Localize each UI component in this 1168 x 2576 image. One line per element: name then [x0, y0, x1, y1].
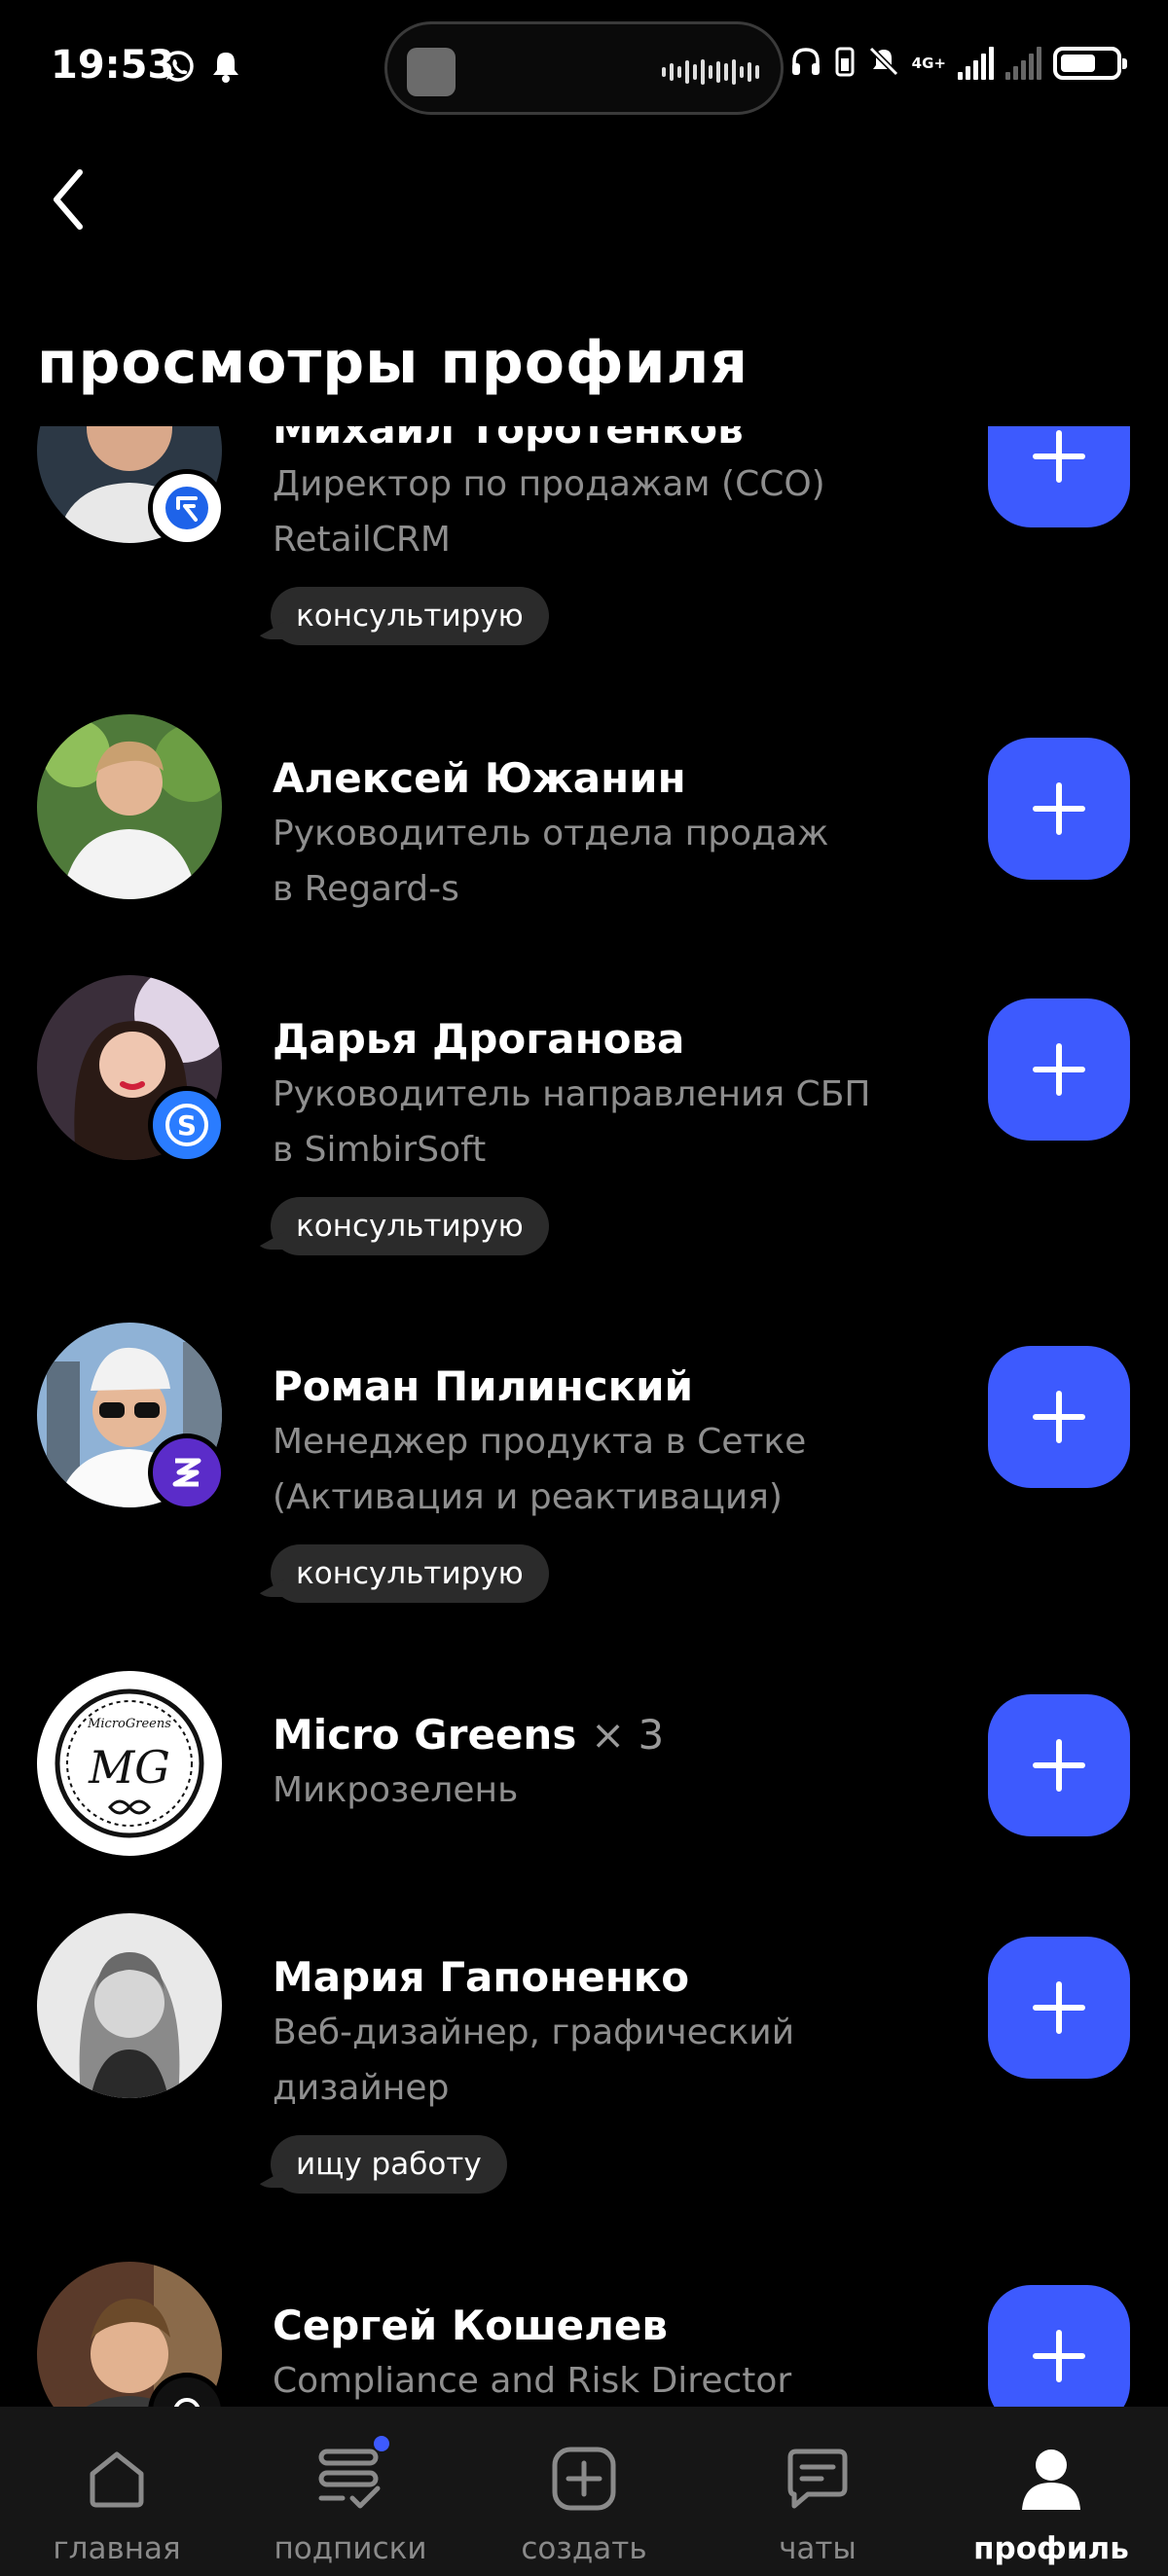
status-tag: консультирую	[271, 1544, 549, 1603]
back-button[interactable]	[39, 161, 97, 238]
person-role: Руководитель направления СБП	[273, 1074, 871, 1114]
create-icon	[547, 2442, 621, 2516]
person-company: в Regard-s	[273, 869, 459, 909]
person-name[interactable]: Мария Гапоненко	[273, 1950, 895, 2005]
nav-label-chats: чаты	[779, 2531, 857, 2566]
signal-strength-icon	[958, 47, 994, 80]
plus-icon	[1033, 1981, 1085, 2034]
headphones-icon	[789, 45, 822, 82]
chat-icon	[781, 2442, 855, 2516]
company-logo-icon	[173, 2398, 201, 2407]
nav-item-create[interactable]: создать	[467, 2407, 701, 2576]
person-name[interactable]: Дарья Дроганова	[273, 1012, 895, 1067]
nav-label-subscriptions: подписки	[274, 2531, 427, 2566]
person-role-detail: (Активация и реактивация)	[273, 1477, 783, 1517]
network-type: 4G+	[911, 54, 946, 72]
person-company: в SimbirSoft	[273, 1130, 487, 1170]
plus-icon	[1033, 430, 1085, 483]
simbirsoft-logo-icon: S	[165, 1104, 208, 1146]
status-time: 19:53	[51, 43, 175, 88]
person-role: Веб-дизайнер, графический	[273, 2013, 795, 2052]
battery-icon	[1053, 47, 1127, 80]
add-contact-button[interactable]	[988, 2285, 1130, 2407]
person-role: Менеджер продукта в Сетке	[273, 1422, 807, 1462]
nav-item-chats[interactable]: чаты	[701, 2407, 934, 2576]
profile-views-list[interactable]: Михаил Торотенков Директор по продажам (…	[0, 426, 1168, 2407]
add-contact-button[interactable]	[988, 998, 1130, 1141]
add-contact-button[interactable]	[988, 1694, 1130, 1836]
list-item[interactable]: Мария Гапоненко Веб-дизайнер, графически…	[0, 1913, 1168, 2241]
person-name[interactable]: Сергей Кошелев	[273, 2299, 895, 2353]
bell-icon	[209, 49, 242, 88]
nav-label-home: главная	[53, 2531, 181, 2566]
nav-label-profile: профиль	[973, 2531, 1129, 2566]
company-badge	[148, 469, 226, 547]
setka-logo-icon	[172, 1458, 201, 1487]
person-role: Руководитель отдела продаж	[273, 814, 829, 853]
person-name[interactable]: Михаил Торотенков	[273, 426, 895, 456]
status-tag: консультирую	[271, 1197, 549, 1255]
svg-text:MicroGreens: MicroGreens	[87, 1717, 171, 1731]
profile-icon	[1014, 2442, 1088, 2516]
mute-icon	[867, 45, 900, 82]
company-badge	[148, 1433, 226, 1511]
add-contact-button[interactable]	[988, 1937, 1130, 2079]
nav-item-home[interactable]: главная	[0, 2407, 234, 2576]
person-role-detail: дизайнер	[273, 2068, 450, 2108]
list-item[interactable]: MicroGreens MG Micro Greens × 3 Микрозеле…	[0, 1671, 1168, 1895]
svg-text:MG: MG	[88, 1741, 170, 1794]
company-badge: S	[148, 1086, 226, 1164]
nav-item-profile[interactable]: профиль	[934, 2407, 1168, 2576]
nav-item-subscriptions[interactable]: подписки	[234, 2407, 467, 2576]
list-item[interactable]: Михаил Торотенков Директор по продажам (…	[0, 426, 1168, 754]
add-contact-button[interactable]	[988, 426, 1130, 527]
battery-level	[1061, 54, 1095, 72]
subscriptions-icon	[313, 2436, 389, 2516]
list-item[interactable]: Алексей Южанин Руководитель отдела прода…	[0, 714, 1168, 958]
dynamic-island[interactable]	[384, 21, 784, 115]
person-role: Compliance and Risk Director	[273, 2361, 792, 2401]
plus-icon	[1033, 782, 1085, 835]
person-company: RetailCRM	[273, 520, 451, 560]
plus-icon	[1033, 1391, 1085, 1443]
whatsapp-icon	[161, 49, 196, 88]
company-name: Micro Greens	[273, 1711, 577, 1759]
list-item[interactable]: Сергей Кошелев Compliance and Risk Direc…	[0, 2262, 1168, 2407]
notification-dot	[374, 2436, 389, 2451]
plus-icon	[1033, 1043, 1085, 1096]
plus-icon	[1033, 2330, 1085, 2382]
page-title: просмотры профиля	[37, 329, 748, 397]
person-role: Директор по продажам (CCO)	[273, 464, 825, 504]
media-thumbnail	[407, 48, 456, 96]
add-contact-button[interactable]	[988, 1346, 1130, 1488]
svg-text:S: S	[177, 1109, 197, 1142]
home-icon	[80, 2442, 154, 2516]
list-item[interactable]: S Дарья Дроганова Руководитель направлен…	[0, 975, 1168, 1303]
status-tag: консультирую	[271, 587, 549, 645]
signal-sim2-icon	[1005, 47, 1041, 80]
view-count: × 3	[590, 1711, 665, 1759]
add-contact-button[interactable]	[988, 738, 1130, 880]
nav-label-create: создать	[521, 2531, 647, 2566]
person-name[interactable]: Micro Greens × 3	[273, 1708, 895, 1762]
avatar[interactable]: MicroGreens MG	[37, 1671, 222, 1856]
person-name[interactable]: Роман Пилинский	[273, 1360, 895, 1414]
bottom-navigation: главная подписки создать чаты профиль	[0, 2407, 1168, 2576]
person-role: Микрозелень	[273, 1770, 519, 1810]
audio-wave-icon	[662, 57, 759, 87]
microgreens-logo-icon: MicroGreens MG	[37, 1671, 222, 1856]
avatar[interactable]	[37, 714, 222, 899]
list-item[interactable]: Роман Пилинский Менеджер продукта в Сетк…	[0, 1323, 1168, 1651]
chevron-left-icon	[54, 169, 83, 230]
status-bar: 19:53 4G+	[0, 0, 1168, 136]
person-name[interactable]: Алексей Южанин	[273, 751, 895, 806]
retailcrm-logo-icon	[165, 487, 208, 529]
status-system-icons: 4G+	[789, 45, 1127, 82]
status-tag: ищу работу	[271, 2135, 507, 2194]
plus-icon	[1033, 1739, 1085, 1792]
status-notification-icons	[161, 49, 242, 88]
avatar[interactable]	[37, 1913, 222, 2098]
vibrate-battery-icon	[834, 45, 856, 82]
